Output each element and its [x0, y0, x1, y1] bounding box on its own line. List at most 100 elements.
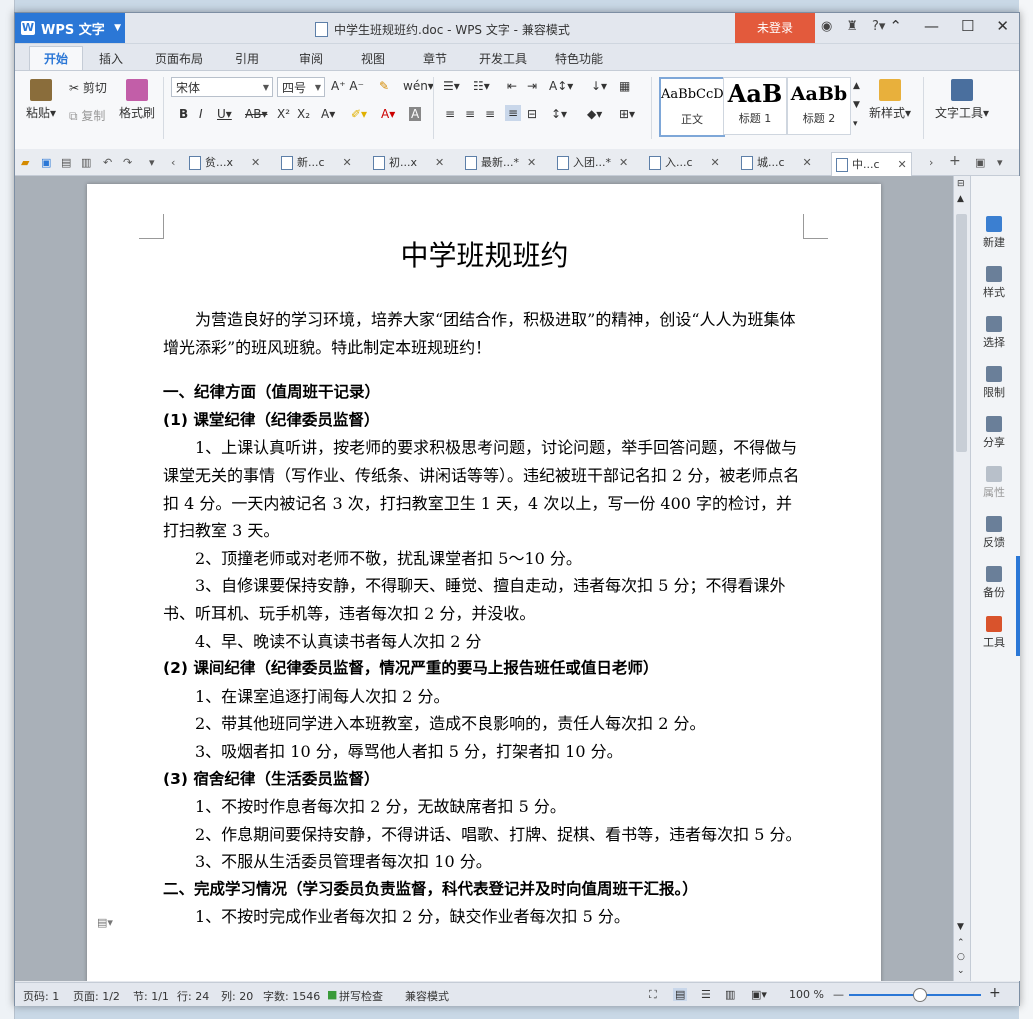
minimize-button[interactable]: — [924, 17, 939, 35]
close-button[interactable]: ✕ [996, 17, 1009, 35]
cut-button[interactable]: ✂ 剪切 [69, 79, 107, 96]
clear-format-icon[interactable]: ✎ [379, 79, 389, 93]
panel-select-button[interactable]: 选择 [971, 316, 1017, 350]
tab-special[interactable]: 特色功能 [555, 50, 603, 67]
bullet-list-icon[interactable]: ☰▾ [443, 79, 460, 93]
tab-home[interactable]: 开始 [29, 46, 83, 71]
scroll-up-icon[interactable]: ▲ [957, 194, 964, 204]
border-icon[interactable]: ⊞▾ [619, 107, 635, 121]
zoom-in-icon[interactable]: + [989, 985, 1001, 1001]
vertical-scrollbar[interactable]: ⊟ ▲ ▼ ⌃ ○ ⌄ [953, 176, 970, 981]
login-button[interactable]: 未登录 [735, 13, 815, 43]
quick-access-menu-icon[interactable]: ▾ [149, 156, 155, 169]
number-list-icon[interactable]: ☷▾ [473, 79, 490, 93]
font-family-select[interactable]: 宋体 ▼ [171, 77, 273, 97]
line-spacing-icon[interactable]: ↕▾ [551, 107, 567, 121]
doc-tab[interactable]: 贫...x ✕ [189, 153, 260, 173]
collapse-ribbon-icon[interactable]: ⌃ [889, 17, 902, 35]
close-icon[interactable]: ✕ [803, 153, 812, 173]
style-gallery-scroll[interactable]: ▲ ▼ ▾ [853, 77, 860, 134]
page-view-icon[interactable]: ▤ [673, 988, 688, 1001]
close-icon[interactable]: ✕ [711, 153, 720, 173]
distribute-icon[interactable]: ⊟ [527, 107, 537, 121]
scroll-down-icon[interactable]: ▼ [957, 922, 964, 932]
strikethrough-button[interactable]: AB▾ [245, 107, 267, 121]
app-menu-button[interactable]: W WPS 文字 ▼ [15, 13, 125, 43]
shading-icon[interactable]: ◆▾ [587, 107, 602, 121]
align-left-icon[interactable]: ≡ [445, 107, 455, 121]
tab-page-layout[interactable]: 页面布局 [155, 50, 203, 67]
tab-references[interactable]: 引用 [235, 50, 259, 67]
print-preview-icon[interactable]: ▥ [81, 156, 91, 169]
close-icon[interactable]: ✕ [619, 153, 628, 173]
document-page[interactable]: 中学班规班约 为营造良好的学习环境，培养大家“团结合作，积极进取”的精神，创设“… [87, 184, 881, 981]
font-grow-button[interactable]: A⁺ A⁻ [331, 79, 364, 93]
zoom-out-icon[interactable]: — [833, 988, 844, 1001]
doc-tab[interactable]: 最新...* ✕ [465, 153, 536, 173]
status-char-count[interactable]: 字数: 1546 [263, 988, 320, 1004]
sort-icon[interactable]: ↓▾ [591, 79, 607, 93]
close-icon[interactable]: ✕ [898, 155, 907, 175]
prev-page-icon[interactable]: ⌃ [957, 938, 965, 948]
style-heading-1[interactable]: AaB 标题 1 [723, 77, 787, 135]
style-heading-2[interactable]: AaBb 标题 2 [787, 77, 851, 135]
close-icon[interactable]: ✕ [527, 153, 536, 173]
outdent-icon[interactable]: ⇤ [507, 79, 517, 93]
scrollbar-thumb[interactable] [956, 214, 967, 452]
panel-restrict-button[interactable]: 限制 [971, 366, 1017, 400]
paragraph-marker-icon[interactable]: ▤▾ [97, 916, 113, 929]
doc-tab[interactable]: 新...c ✕ [281, 153, 352, 173]
doc-tab[interactable]: 初...x ✕ [373, 153, 444, 173]
panel-feedback-button[interactable]: 反馈 [971, 516, 1017, 550]
doc-tab[interactable]: 入...c ✕ [649, 153, 720, 173]
panel-backup-button[interactable]: 备份 [971, 566, 1017, 600]
tab-view[interactable]: 视图 [361, 50, 385, 67]
align-right-icon[interactable]: ≡ [485, 107, 495, 121]
text-effect-icon[interactable]: A▾ [321, 107, 335, 121]
panel-new-button[interactable]: 新建 [971, 216, 1017, 250]
tab-insert[interactable]: 插入 [99, 50, 123, 67]
char-shading-icon[interactable]: A [409, 107, 422, 121]
new-style-button[interactable]: 新样式▾ [865, 79, 915, 121]
fullscreen-icon[interactable]: ⛶ [649, 988, 657, 1002]
highlight-icon[interactable]: ✐▾ [351, 107, 367, 121]
paste-button[interactable]: 粘贴▾ [21, 79, 61, 121]
redo-icon[interactable]: ↷ [123, 156, 132, 169]
panel-style-button[interactable]: 样式 [971, 266, 1017, 300]
subscript-button[interactable]: X₂ [297, 107, 310, 121]
bold-button[interactable]: B [179, 107, 188, 121]
copy-button[interactable]: ⧉ 复制 [69, 107, 105, 124]
tab-list-icon[interactable]: ▣ [975, 156, 985, 169]
font-size-select[interactable]: 四号 ▼ [277, 77, 325, 97]
web-view-icon[interactable]: ▥ [725, 988, 735, 1001]
align-center-icon[interactable]: ≡ [465, 107, 475, 121]
font-color-icon[interactable]: A▾ [381, 107, 395, 121]
text-direction-icon[interactable]: A↕▾ [549, 79, 573, 93]
text-tools-button[interactable]: 文字工具▾ [931, 79, 993, 121]
new-tab-icon[interactable]: + [949, 153, 961, 169]
status-page[interactable]: 页面: 1/2 [73, 988, 120, 1004]
save-icon[interactable]: ▣ [41, 156, 51, 169]
outline-view-icon[interactable]: ☰ [701, 988, 711, 1001]
tab-review[interactable]: 审阅 [299, 50, 323, 67]
justify-icon[interactable]: ≡ [505, 105, 522, 121]
shirt-icon[interactable]: ♜ [846, 19, 858, 34]
pinyin-icon[interactable]: wén▾ [403, 79, 434, 93]
close-icon[interactable]: ✕ [251, 153, 260, 173]
skin-icon[interactable]: ◉ [821, 19, 832, 34]
reading-view-icon[interactable]: ▣▾ [751, 988, 767, 1001]
doc-tab[interactable]: 入团...* ✕ [557, 153, 628, 173]
zoom-slider-handle[interactable] [913, 988, 927, 1002]
document-body[interactable]: 中学班规班约 为营造良好的学习环境，培养大家“团结合作，积极进取”的精神，创设“… [163, 236, 806, 931]
open-folder-icon[interactable]: ▰ [21, 156, 29, 169]
tab-chapter[interactable]: 章节 [423, 50, 447, 67]
maximize-button[interactable]: ☐ [961, 17, 974, 35]
close-icon[interactable]: ✕ [343, 153, 352, 173]
split-view-icon[interactable]: ⊟ [957, 179, 965, 189]
panel-tools-button[interactable]: 工具 [971, 616, 1017, 650]
doc-tab[interactable]: 城...c ✕ [741, 153, 812, 173]
tab-scroll-left-icon[interactable]: ‹ [171, 156, 175, 169]
tab-menu-icon[interactable]: ▾ [997, 156, 1003, 169]
panel-expand-handle[interactable] [1016, 556, 1020, 656]
zoom-level[interactable]: 100 % [789, 988, 824, 1001]
